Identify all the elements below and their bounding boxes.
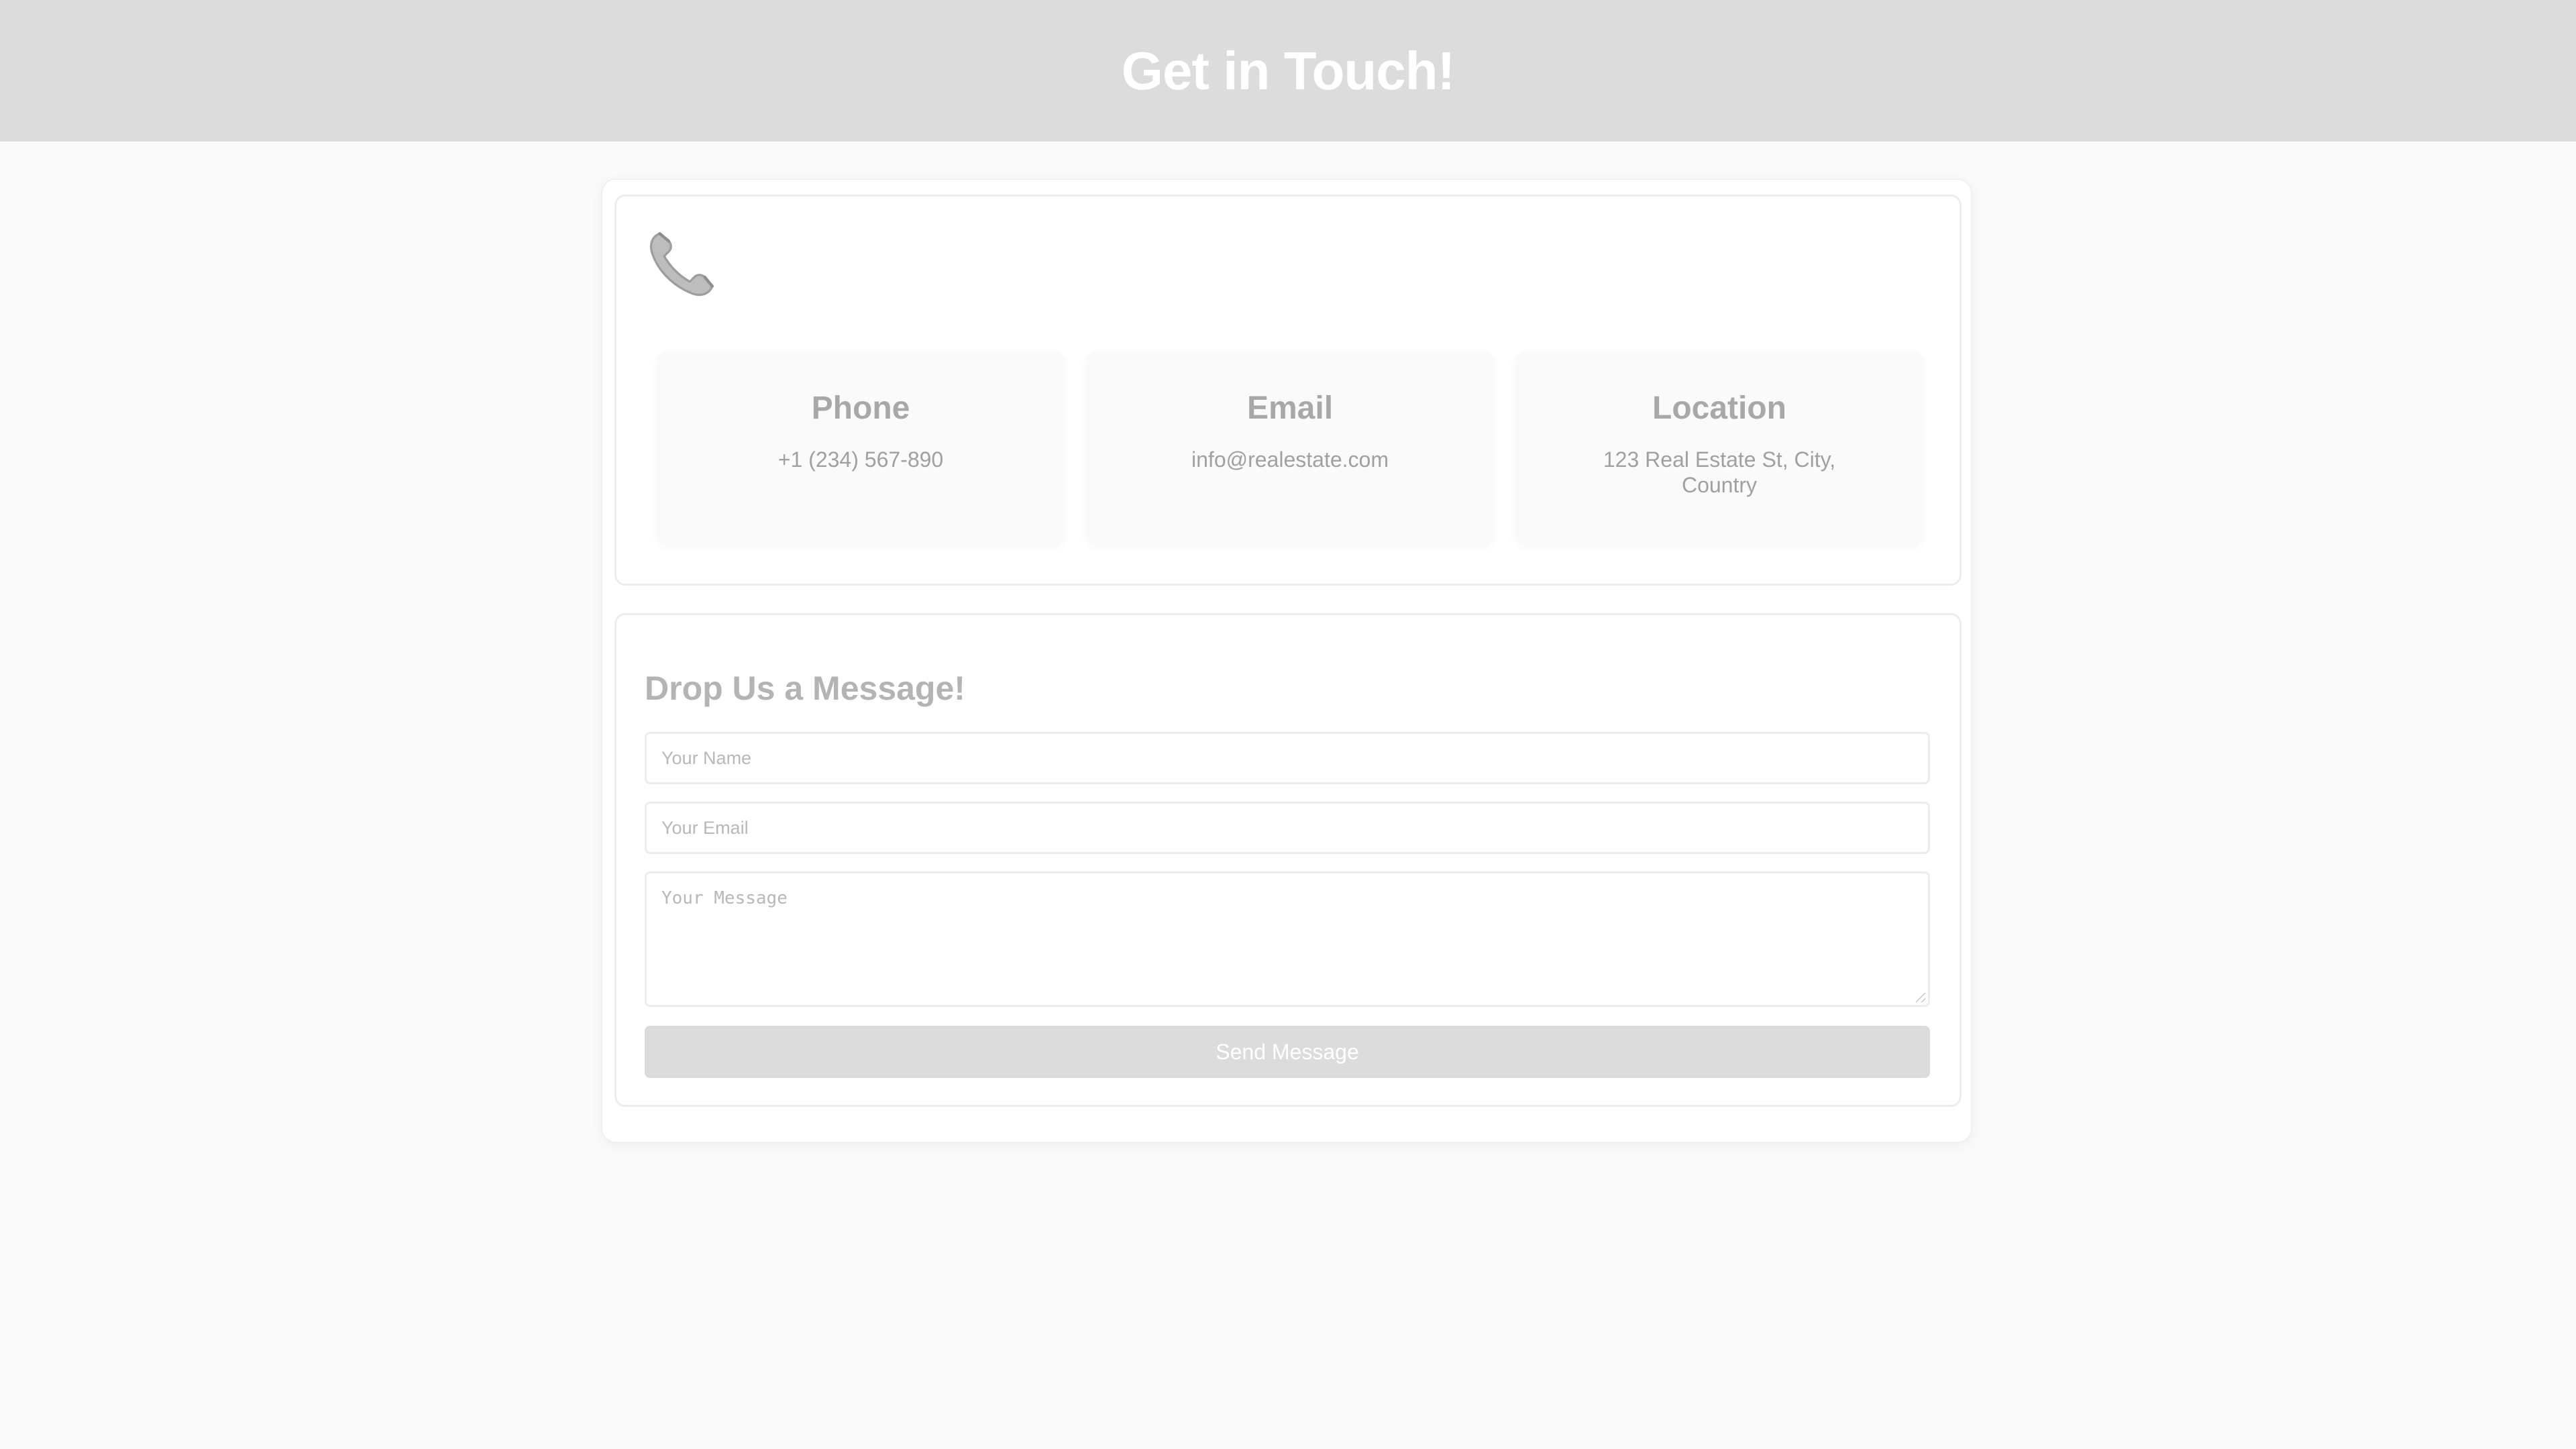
page-title: Get in Touch! [1121,40,1456,101]
email-input[interactable]: Your Email [645,802,1930,854]
telephone-receiver-icon [649,231,714,297]
page-header: Get in Touch! [0,0,2576,142]
message-form-panel: Drop Us a Message! Your Name Your Email … [614,613,1962,1107]
message-textarea-placeholder: Your Message [661,888,788,908]
email-card-title: Email [1246,390,1334,426]
email-card: Email info@realestate.com [1086,351,1494,545]
name-input-placeholder: Your Name [661,747,752,768]
message-textarea[interactable]: Your Message [645,871,1930,1007]
email-address: info@realestate.com [1191,447,1389,472]
email-input-placeholder: Your Email [661,817,749,838]
location-card: Location 123 Real Estate St, City, Count… [1515,351,1923,545]
name-input[interactable]: Your Name [645,732,1930,784]
send-message-label: Send Message [1216,1039,1359,1064]
phone-card: Phone +1 (234) 567-890 [657,351,1065,545]
phone-card-title: Phone [811,390,910,426]
message-form-title: Drop Us a Message! [645,669,965,707]
phone-number: +1 (234) 567-890 [777,447,944,472]
contact-cards: Phone +1 (234) 567-890 Email info@reales… [657,351,1923,545]
send-message-button[interactable]: Send Message [645,1026,1930,1078]
resize-handle[interactable] [1916,993,1925,1002]
location-address: 123 Real Estate St, City, Country [1603,447,1836,497]
contact-info-panel: Phone +1 (234) 567-890 Email info@reales… [614,195,1962,586]
contact-container: Phone +1 (234) 567-890 Email info@reales… [601,178,1972,1143]
location-card-title: Location [1652,390,1786,426]
